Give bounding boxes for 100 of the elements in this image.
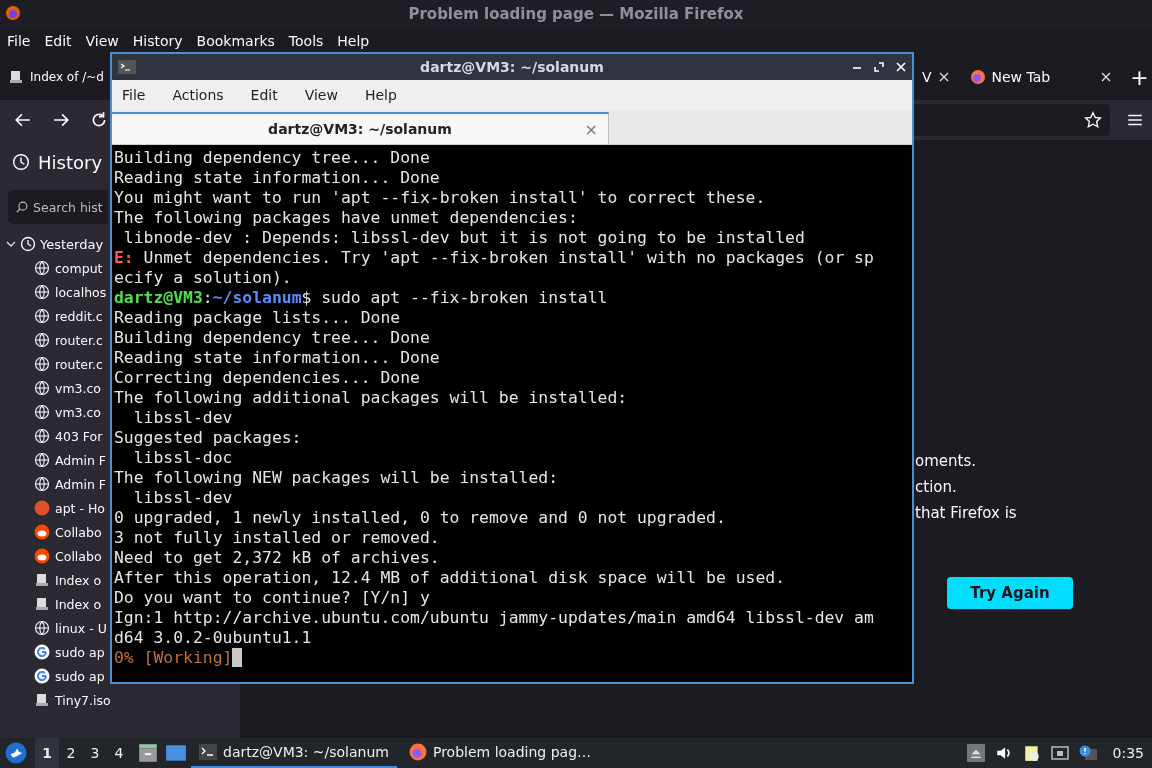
clock-icon: [20, 236, 36, 252]
server-icon: [34, 572, 50, 588]
forward-icon[interactable]: [52, 111, 70, 129]
workspace-button[interactable]: 3: [83, 738, 107, 768]
close-icon[interactable]: [937, 71, 950, 83]
menu-item[interactable]: Edit: [44, 33, 72, 49]
address-bar[interactable]: [912, 104, 1110, 136]
globe-icon: [34, 356, 50, 372]
terminal-line: 0% [Working]: [114, 648, 912, 668]
clipboard-icon[interactable]: [1022, 744, 1041, 762]
menu-item[interactable]: Help: [364, 87, 397, 103]
workspace-button[interactable]: 2: [59, 738, 83, 768]
history-item[interactable]: sudo ap: [55, 668, 105, 684]
workspace-button[interactable]: 4: [107, 738, 131, 768]
terminal-tab[interactable]: dartz@VM3: ~/solanum ×: [112, 112, 609, 144]
terminal-line: libssl-doc: [132, 448, 234, 468]
history-item[interactable]: Admin F: [55, 452, 106, 468]
try-again-button[interactable]: Try Again: [947, 577, 1073, 609]
globe-icon: [34, 476, 50, 492]
tree-group[interactable]: Yesterday: [0, 232, 104, 256]
back-icon[interactable]: [14, 111, 32, 129]
terminal-line: Reading state information... Done: [114, 348, 441, 368]
search-field[interactable]: Search hist: [8, 190, 108, 224]
globe-icon: [34, 404, 50, 420]
network-icon[interactable]: [1050, 744, 1069, 762]
terminal-line: libssl-dev: [132, 488, 234, 508]
browser-tab[interactable]: New Tab: [963, 59, 1119, 95]
sidebar-title[interactable]: History: [38, 151, 103, 173]
error-text: oments.: [915, 452, 977, 471]
history-item[interactable]: sudo ap: [55, 644, 105, 660]
tab-title: V: [921, 69, 932, 85]
browser-tab[interactable]: V: [921, 59, 956, 95]
history-item[interactable]: vm3.co: [55, 404, 102, 420]
clock: 0:35: [1112, 745, 1144, 761]
history-item[interactable]: Collabo: [55, 524, 102, 540]
taskbar-task[interactable]: Problem loading pag…: [400, 738, 599, 768]
terminal-line: E: Unmet dependencies. Try 'apt --fix-broken install' with no packages (or sp: [114, 248, 875, 268]
history-item[interactable]: Index o: [55, 572, 102, 588]
terminal-line: libssl-dev: [132, 408, 234, 428]
terminal-line: The following packages have unmet dependencies:: [114, 208, 579, 228]
new-tab-button[interactable]: +: [1124, 64, 1152, 90]
history-item[interactable]: router.c: [55, 356, 103, 372]
menu-item[interactable]: File: [7, 33, 31, 49]
history-item[interactable]: apt - Ho: [55, 500, 105, 516]
eject-icon[interactable]: [966, 744, 985, 762]
browser-tab[interactable]: Index of /~d: [4, 59, 104, 95]
star-icon[interactable]: [1084, 111, 1102, 129]
g-logo-icon: [34, 644, 50, 660]
menu-item[interactable]: File: [122, 87, 146, 103]
history-item[interactable]: 403 For: [55, 428, 103, 444]
terminal-line: After this operation, 12.4 MB of additional disk space will be used.: [114, 568, 787, 588]
menu-item[interactable]: Bookmarks: [196, 33, 275, 49]
reload-icon[interactable]: [90, 111, 108, 129]
terminal-line: 0 upgraded, 1 newly installed, 0 to remove and 0 not upgraded.: [114, 508, 727, 528]
history-item[interactable]: comput: [55, 260, 103, 276]
firefox-logo-icon: [408, 743, 427, 761]
menu-item[interactable]: Help: [337, 33, 370, 49]
terminal-line: Do you want to continue? [Y/n] y: [114, 588, 431, 608]
menu-item[interactable]: History: [132, 33, 183, 49]
history-item[interactable]: reddit.c: [55, 308, 103, 324]
history-item[interactable]: vm3.co: [55, 380, 102, 396]
chevron-icon[interactable]: [6, 239, 16, 249]
tab-title: New Tab: [991, 69, 1051, 85]
menu-item[interactable]: View: [304, 87, 338, 103]
close-icon[interactable]: [1100, 71, 1113, 83]
desktop-icon[interactable]: [165, 742, 187, 764]
menu-item[interactable]: View: [85, 33, 119, 49]
g-logo-icon: [34, 668, 50, 684]
terminal-line: The following additional packages will be installed:: [114, 388, 629, 408]
close-tab-button[interactable]: ×: [584, 119, 598, 139]
firefox-logo-icon: [5, 5, 21, 21]
history-item[interactable]: Index o: [55, 596, 102, 612]
tab-title: Index of /~d: [30, 70, 104, 84]
history-item[interactable]: linux - U: [55, 620, 107, 636]
terminal-line: Building dependency tree... Done: [114, 328, 431, 348]
terminal-icon: [199, 743, 217, 761]
history-item[interactable]: router.c: [55, 332, 103, 348]
terminal-line: Suggested packages:: [114, 428, 303, 448]
taskbar-task[interactable]: dartz@VM3: ~/solanum: [191, 738, 397, 768]
globe-icon: [34, 260, 50, 276]
menu-item[interactable]: Actions: [172, 87, 224, 103]
history-item[interactable]: localhos: [55, 284, 107, 300]
notification-icon[interactable]: [1078, 744, 1097, 762]
file-cabinet-icon[interactable]: [137, 742, 159, 764]
error-text: ction.: [915, 478, 958, 497]
clock-icon: [12, 153, 30, 171]
menu-item[interactable]: Tools: [288, 33, 324, 49]
history-item[interactable]: Collabo: [55, 548, 102, 564]
history-item[interactable]: Admin F: [55, 476, 106, 492]
workspace-button[interactable]: 1: [35, 738, 59, 768]
history-item[interactable]: Tiny7.iso: [55, 692, 111, 708]
window-title: Problem loading page — Mozilla Firefox: [408, 5, 744, 23]
menu-item[interactable]: Edit: [250, 87, 278, 103]
terminal-line: libnode-dev : Depends: libssl-dev but it is not going to be installed: [122, 228, 806, 248]
maximize-icon[interactable]: [874, 62, 884, 72]
terminal-icon: [118, 60, 136, 74]
terminal-line: dartz@VM3:~/solanum$ sudo apt --fix-broken install: [114, 288, 609, 308]
globe-icon: [34, 332, 50, 348]
group-label: Yesterday: [40, 236, 104, 252]
globe-icon: [34, 284, 50, 300]
